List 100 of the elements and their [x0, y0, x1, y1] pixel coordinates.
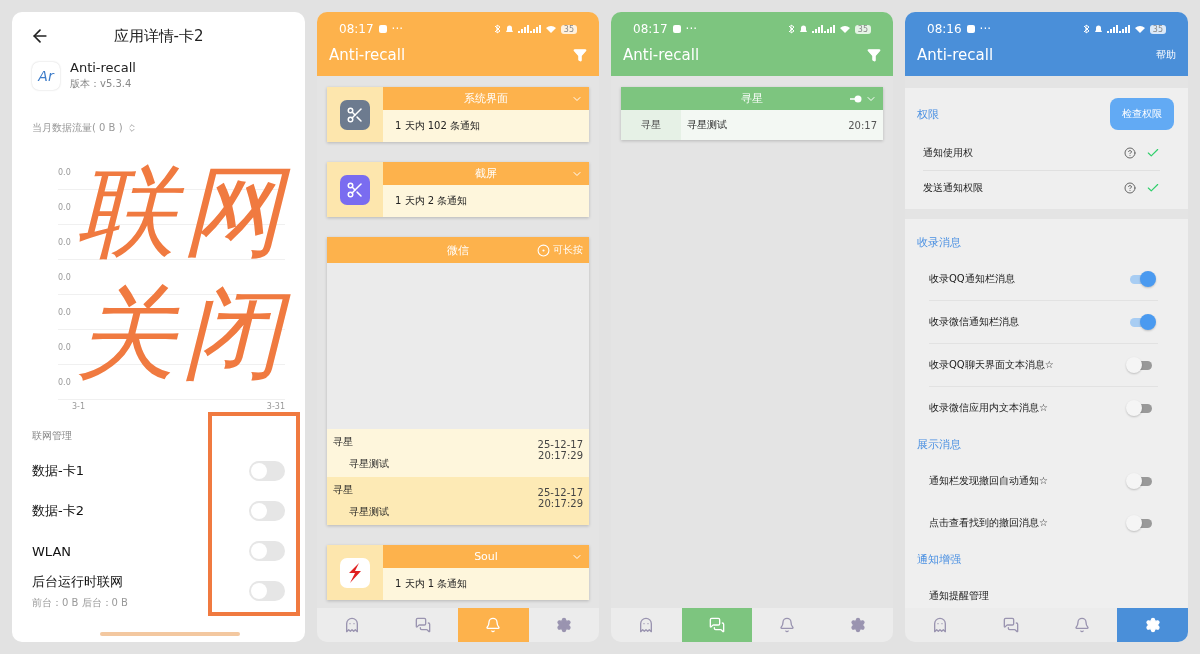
message-row[interactable]: 寻星 寻星测试 25-12-17 20:17:29 — [327, 477, 589, 525]
axis-label: 3-31 — [266, 402, 285, 411]
page-title: 应用详情-卡2 — [112, 26, 205, 46]
radio-icon[interactable] — [537, 243, 550, 257]
toggle-label: 后台运行时联网 — [32, 572, 124, 591]
battery-indicator: 35 — [854, 24, 871, 34]
status-time: 08:17 — [339, 22, 374, 36]
setting-label: 收录微信应用内文本消息☆ — [929, 401, 1048, 415]
toggle-label: 数据-卡2 — [32, 502, 84, 520]
card-title: 截屏 — [475, 166, 497, 181]
message-text: 寻星测试 — [686, 118, 728, 132]
signal-icon — [1106, 25, 1130, 33]
chat-bubbles-icon — [414, 617, 431, 633]
app-name: Anti-recall — [70, 60, 136, 75]
section-title: 权限 — [917, 106, 939, 122]
signal-icon — [517, 25, 541, 33]
signal-icon — [811, 25, 835, 33]
filter-icon[interactable] — [867, 48, 881, 62]
setting-link[interactable]: 通知提醒管理 — [929, 589, 989, 603]
wifi-icon — [545, 25, 556, 33]
bell-icon — [485, 617, 502, 633]
message-time: 20:17:29 — [537, 498, 583, 509]
app-title: Anti-recall — [917, 46, 994, 64]
notification-summary: 1 天内 2 条通知 — [394, 194, 469, 208]
help-icon[interactable] — [1124, 182, 1136, 194]
bluetooth-icon — [788, 24, 795, 34]
message-row[interactable]: 寻星 寻星测试 25-12-17 20:17:29 — [327, 429, 589, 477]
ghost-icon — [344, 617, 361, 633]
notification-icon — [966, 25, 975, 33]
filter-icon[interactable] — [573, 48, 587, 62]
app-title: Anti-recall — [329, 46, 406, 64]
setting-label: 通知栏发现撤回自动通知☆ — [929, 474, 1048, 488]
settings-icon — [849, 617, 866, 633]
toggle-switch[interactable] — [249, 541, 285, 561]
section-title: 通知增强 — [916, 552, 962, 568]
message-text: 寻星测试 — [348, 505, 389, 519]
axis-label: 3-1 — [72, 402, 86, 411]
settings-icon — [555, 617, 572, 633]
notification-summary: 1 天内 102 条通知 — [394, 119, 481, 133]
setting-label: 收录QQ聊天界面文本消息☆ — [929, 358, 1054, 372]
card-title: 寻星 — [741, 91, 763, 106]
toggle-switch[interactable] — [249, 501, 285, 521]
settings-icon — [1144, 617, 1161, 633]
message-sender: 寻星 — [333, 483, 354, 497]
long-press-hint: 可长按 — [553, 243, 583, 257]
help-icon[interactable] — [1124, 147, 1136, 159]
notification-icon — [378, 25, 387, 33]
permission-label: 通知使用权 — [923, 146, 973, 160]
axis-label: 0.0 — [58, 202, 71, 212]
bell-icon — [799, 25, 807, 33]
bell-icon — [505, 25, 513, 33]
sort-icon[interactable] — [126, 123, 137, 133]
toggle-switch[interactable] — [249, 461, 285, 481]
app-logo: Ar — [32, 61, 60, 90]
chat-bubbles-icon — [708, 617, 725, 633]
ghost-icon — [932, 617, 949, 633]
section-title: 展示消息 — [916, 437, 962, 453]
ghost-icon — [638, 617, 655, 633]
status-more: ··· — [979, 22, 993, 36]
pin-icon[interactable] — [850, 94, 862, 103]
bell-icon — [779, 617, 796, 633]
battery-indicator: 35 — [560, 24, 577, 34]
app-title: Anti-recall — [623, 46, 700, 64]
traffic-info: 前台：0 B 后台：0 B — [32, 596, 128, 608]
axis-label: 0.0 — [58, 272, 71, 282]
toggle-switch[interactable] — [249, 581, 285, 601]
toggle-label: WLAN — [32, 543, 71, 559]
notification-summary: 1 天内 1 条通知 — [394, 577, 469, 591]
bluetooth-icon — [1083, 24, 1090, 34]
status-more: ··· — [685, 22, 699, 36]
message-date: 25-12-17 — [537, 439, 583, 450]
status-more: ··· — [391, 22, 405, 36]
wifi-icon — [839, 25, 850, 33]
message-sender: 寻星 — [333, 435, 354, 449]
nav-tab[interactable] — [681, 608, 752, 642]
axis-label: 0.0 — [58, 342, 71, 352]
notification-icon — [672, 25, 681, 33]
setting-label: 收录QQ通知栏消息 — [929, 272, 1015, 286]
card-title: 系统界面 — [464, 91, 508, 106]
bell-icon — [1094, 25, 1102, 33]
axis-label: 0.0 — [58, 237, 71, 247]
nav-tab[interactable] — [1117, 608, 1188, 642]
sender-cell: 寻星 — [621, 110, 681, 140]
wifi-icon — [1134, 25, 1145, 33]
setting-label: 收录微信通知栏消息 — [929, 315, 1019, 329]
status-time: 08:17 — [633, 22, 668, 36]
bell-icon — [1073, 617, 1090, 633]
message-time: 20:17:29 — [537, 450, 583, 461]
app-version: 版本：v5.3.4 — [70, 77, 133, 91]
message-text: 寻星测试 — [348, 457, 389, 471]
permission-label: 发送通知权限 — [923, 181, 983, 195]
card-title: Soul — [474, 550, 498, 563]
message-time: 20:17 — [848, 119, 878, 131]
message-date: 25-12-17 — [537, 487, 583, 498]
lightning-logo-icon — [340, 557, 370, 588]
bluetooth-icon — [494, 24, 501, 34]
usage-label: 当月数据流量( 0 B ) — [32, 121, 123, 135]
card-title: 微信 — [447, 242, 469, 258]
section-title: 联网管理 — [31, 429, 73, 443]
axis-label: 0.0 — [58, 377, 71, 387]
